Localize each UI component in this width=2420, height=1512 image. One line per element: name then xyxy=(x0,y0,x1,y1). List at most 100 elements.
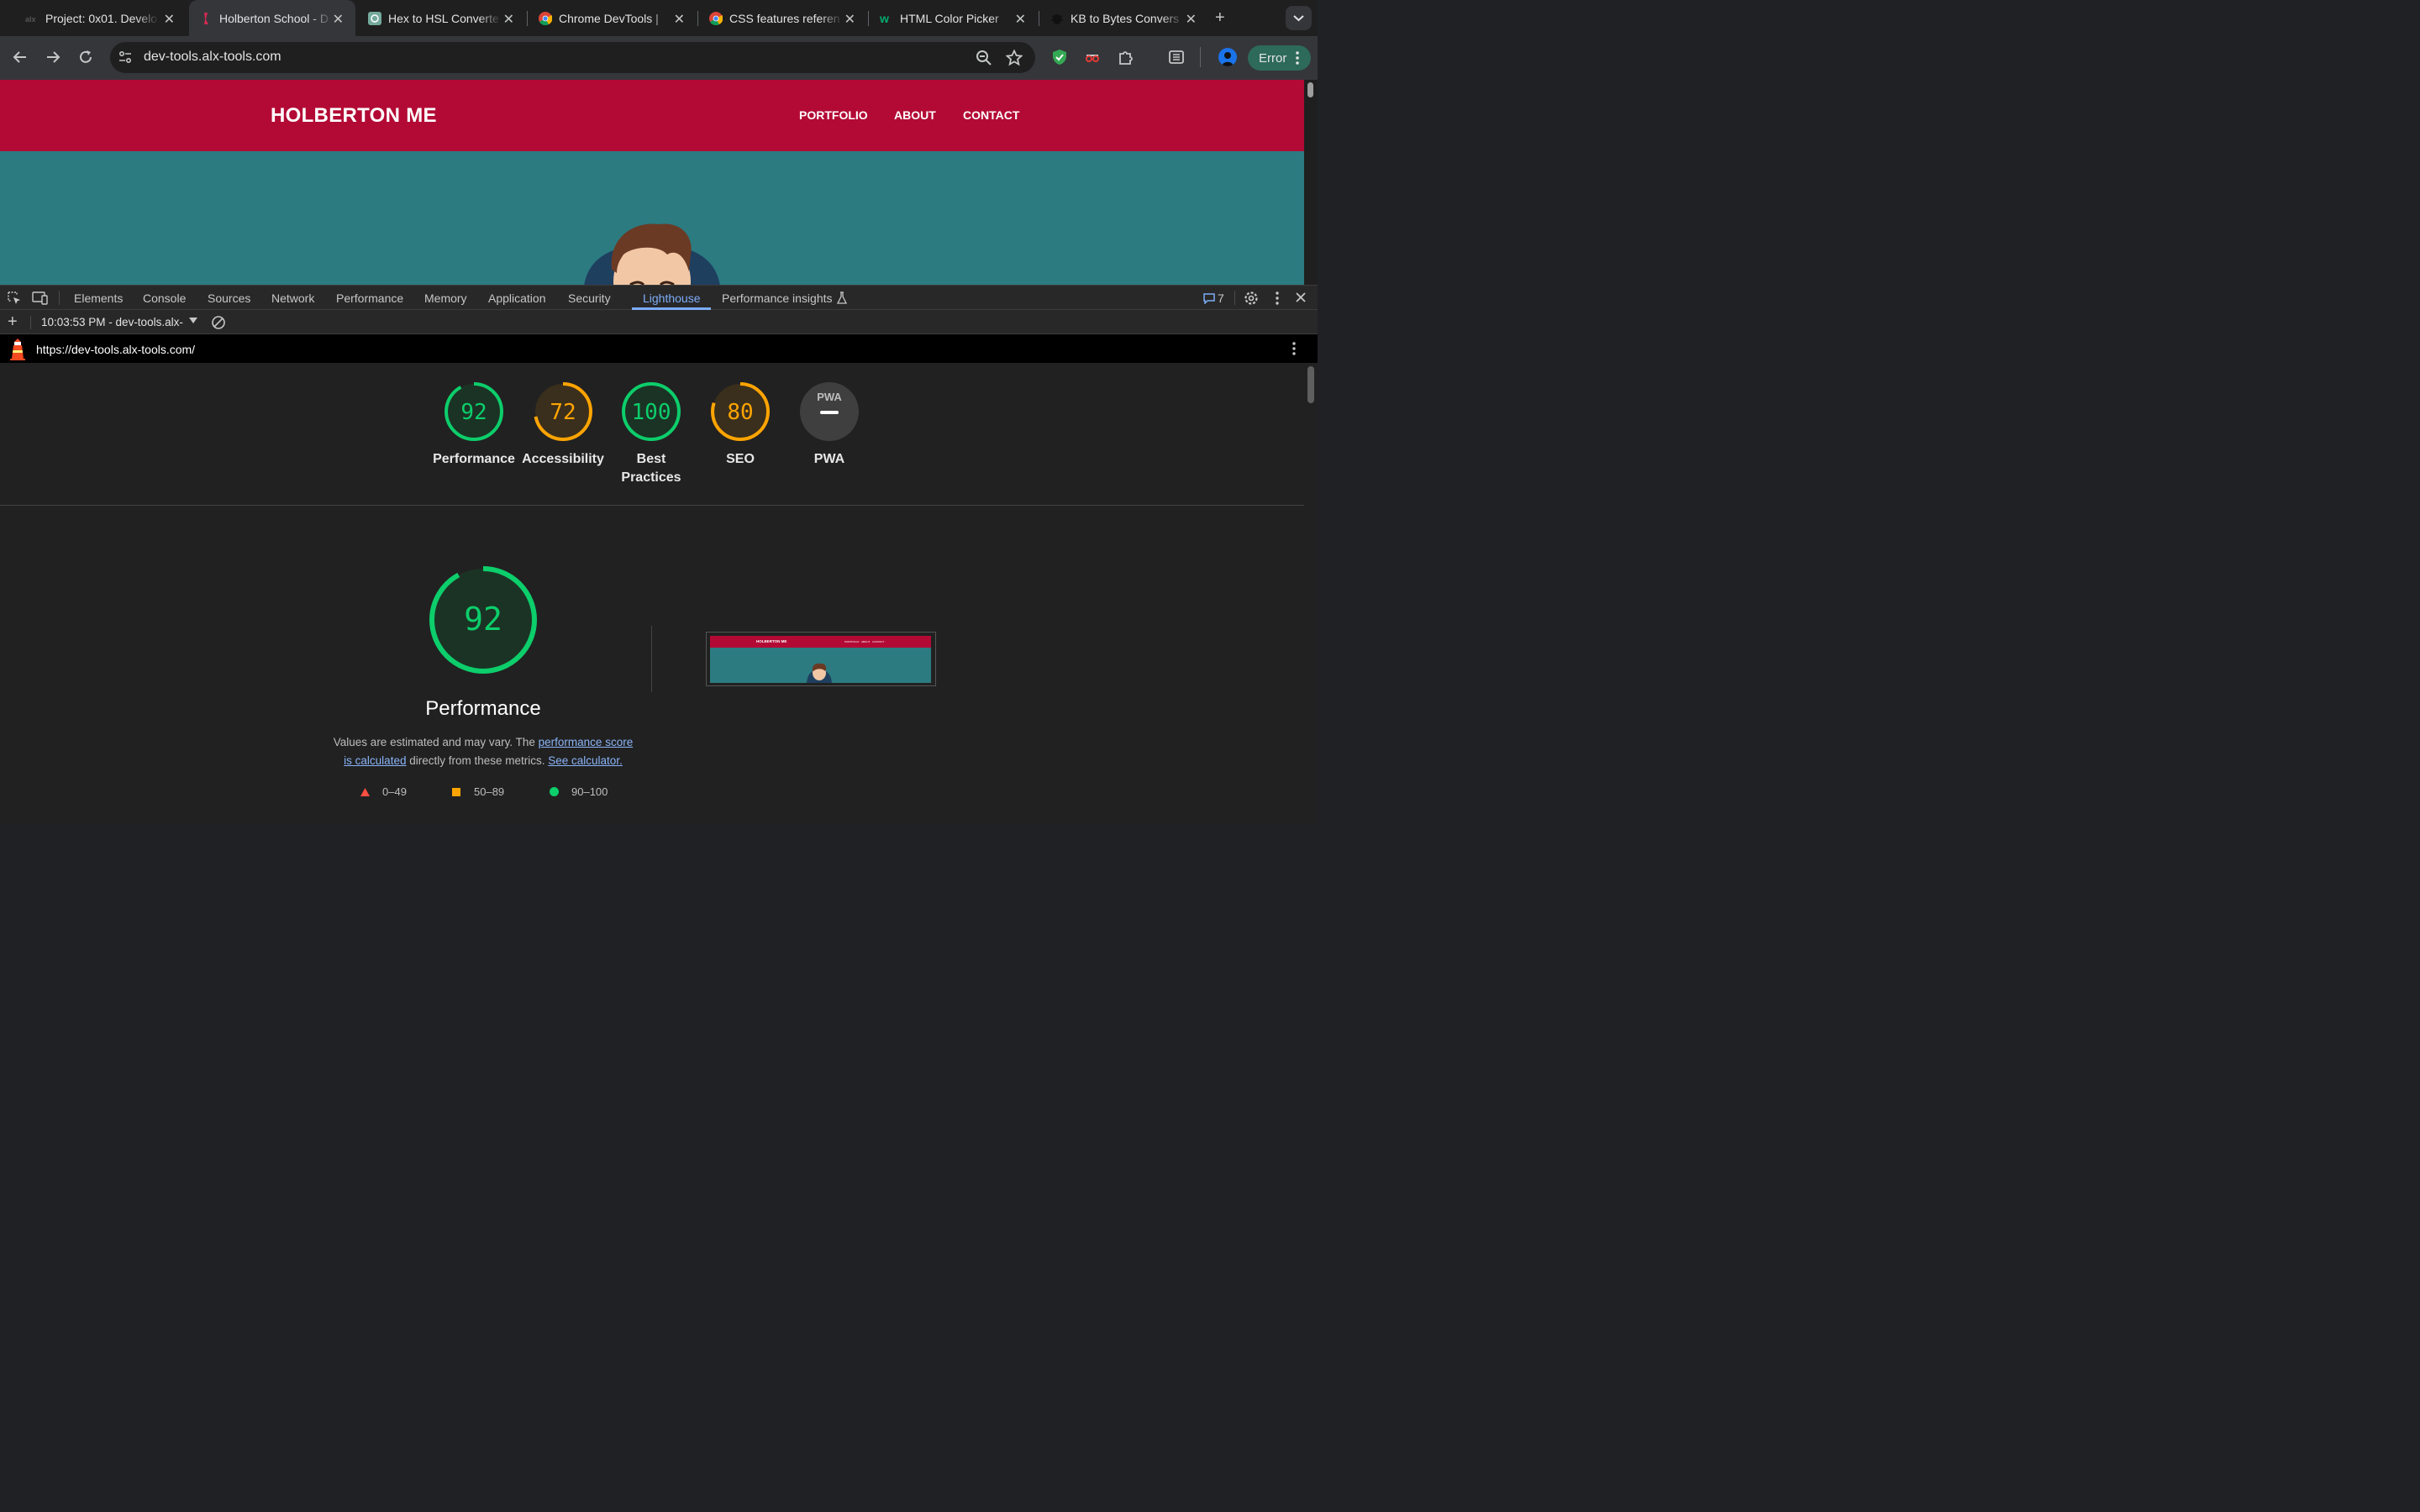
pwa-badge-text: PWA xyxy=(817,391,842,403)
close-tab-icon[interactable]: ✕ xyxy=(1015,11,1026,28)
forward-icon[interactable] xyxy=(45,49,61,66)
category-gauge-accessibility[interactable]: 72 xyxy=(531,380,595,444)
tab-holberton[interactable]: Holberton School - D ✕ xyxy=(189,0,355,36)
browser-tab-strip: alx Project: 0x01. Develo ✕ Holberton Sc… xyxy=(0,0,1318,36)
tab-elements[interactable]: Elements xyxy=(74,291,123,305)
chrome-menu-icon[interactable] xyxy=(1292,50,1303,66)
close-tab-icon[interactable]: ✕ xyxy=(164,11,175,28)
category-label: SEO xyxy=(726,452,755,466)
site-header: HOLBERTON ME PORTFOLIO ABOUT CONTACT xyxy=(0,80,1304,151)
category-gauge-best-practices[interactable]: 100 xyxy=(619,380,683,444)
devtools-tab-bar: Elements Console Sources Network Perform… xyxy=(0,285,1318,310)
avatar[interactable] xyxy=(1218,48,1237,66)
web-page-viewport: HOLBERTON ME PORTFOLIO ABOUT CONTACT xyxy=(0,80,1304,285)
final-screenshot-thumbnail[interactable]: HOLBERTON ME PORTFOLIO ABOUT CONTACT xyxy=(706,632,936,686)
nav-link-portfolio[interactable]: PORTFOLIO xyxy=(799,108,868,122)
tab-sources[interactable]: Sources xyxy=(208,291,250,305)
tab-lighthouse[interactable]: Lighthouse xyxy=(643,291,701,305)
tab-network[interactable]: Network xyxy=(271,291,314,305)
nav-link-contact[interactable]: CONTACT xyxy=(963,108,1019,122)
tab-memory[interactable]: Memory xyxy=(424,291,467,305)
report-menu-icon[interactable] xyxy=(1288,341,1300,356)
tab-search-button[interactable] xyxy=(1286,6,1312,30)
zoom-icon[interactable] xyxy=(976,50,992,66)
category-label: Best Practices xyxy=(621,452,681,485)
close-tab-icon[interactable]: ✕ xyxy=(674,11,685,28)
settings-gear-icon[interactable] xyxy=(1244,291,1259,306)
legend-average: 50–89 xyxy=(474,785,505,798)
report-scrollbar[interactable] xyxy=(1304,363,1318,823)
url-text[interactable]: dev-tools.alx-tools.com xyxy=(144,49,281,66)
category-gauge-performance[interactable]: 92 xyxy=(442,380,506,444)
tab-title: Holberton School - D xyxy=(219,11,329,25)
tab-title: Hex to HSL Converte xyxy=(388,11,499,25)
lighthouse-report: 92 Performance 72 Accessibility 100 Best Prac… xyxy=(0,363,1304,823)
close-devtools-icon[interactable] xyxy=(1295,291,1307,303)
svg-text:w: w xyxy=(880,12,889,25)
fail-triangle-icon xyxy=(360,788,370,796)
device-toolbar-icon[interactable] xyxy=(32,291,49,306)
dropdown-arrow-icon[interactable] xyxy=(189,318,197,324)
tab-kb-bytes[interactable]: KB to Bytes Convers ✕ xyxy=(1042,0,1208,36)
issues-icon[interactable] xyxy=(1203,292,1215,304)
svg-text:alx: alx xyxy=(25,15,36,24)
w3schools-icon: w xyxy=(880,12,893,25)
report-select[interactable]: 10:03:53 PM - dev-tools.alx- xyxy=(41,316,184,328)
issues-count[interactable]: 7 xyxy=(1218,291,1224,305)
new-tab-icon[interactable]: + xyxy=(1215,8,1225,28)
clear-reports-icon[interactable] xyxy=(211,315,226,330)
devtools-menu-icon[interactable] xyxy=(1271,291,1283,306)
chevron-down-icon xyxy=(1293,15,1304,22)
nav-link-about[interactable]: ABOUT xyxy=(894,108,936,122)
pass-circle-icon xyxy=(550,787,559,796)
tab-security[interactable]: Security xyxy=(568,291,611,305)
spy-extension-icon[interactable] xyxy=(1084,49,1101,66)
close-tab-icon[interactable]: ✕ xyxy=(333,11,344,28)
thumb-brand: HOLBERTON ME xyxy=(756,639,787,643)
close-tab-icon[interactable]: ✕ xyxy=(844,11,855,28)
tab-console[interactable]: Console xyxy=(143,291,186,305)
tab-alx-project[interactable]: alx Project: 0x01. Develo ✕ xyxy=(0,0,187,36)
back-icon[interactable] xyxy=(12,49,29,66)
divider xyxy=(651,626,652,692)
performance-description: Values are estimated and may vary. The p… xyxy=(333,733,634,770)
tab-title: CSS features referen xyxy=(729,11,840,25)
close-tab-icon[interactable]: ✕ xyxy=(503,11,514,28)
bug-icon xyxy=(1050,12,1064,25)
chrome-icon xyxy=(539,11,552,25)
shield-extension-icon[interactable] xyxy=(1051,49,1068,66)
bookmark-star-icon[interactable] xyxy=(1006,50,1023,66)
tab-title: Chrome DevTools | xyxy=(559,11,659,25)
category-gauge-seo[interactable]: 80 xyxy=(708,380,772,444)
tab-css-features[interactable]: CSS features referen ✕ xyxy=(701,0,867,36)
close-tab-icon[interactable]: ✕ xyxy=(1186,11,1197,28)
gauge-score: 92 xyxy=(460,400,487,425)
thumb-nav-portfolio: PORTFOLIO xyxy=(844,640,860,643)
flask-icon xyxy=(836,291,848,305)
chrome-icon xyxy=(709,11,723,25)
tab-application[interactable]: Application xyxy=(488,291,546,305)
lighthouse-logo-icon xyxy=(9,339,26,360)
site-brand[interactable]: HOLBERTON ME xyxy=(271,104,437,128)
hero-avatar-image xyxy=(583,221,721,285)
category-gauge-pwa[interactable]: PWA xyxy=(797,380,861,444)
tab-chrome-devtools[interactable]: Chrome DevTools | ✕ xyxy=(530,0,697,36)
gauge-score: 80 xyxy=(727,400,753,425)
inspect-element-icon[interactable] xyxy=(7,291,22,306)
chatgpt-icon xyxy=(368,11,381,25)
side-panel-icon[interactable] xyxy=(1168,49,1185,66)
error-label: Error xyxy=(1259,50,1287,66)
page-scrollbar[interactable] xyxy=(1304,80,1318,285)
tab-hex-hsl[interactable]: Hex to HSL Converte ✕ xyxy=(360,0,526,36)
report-url[interactable]: https://dev-tools.alx-tools.com/ xyxy=(36,343,195,356)
extensions-puzzle-icon[interactable] xyxy=(1118,49,1134,66)
holberton-icon xyxy=(199,12,213,25)
tab-html-color-picker[interactable]: w HTML Color Picker ✕ xyxy=(871,0,1038,36)
tab-title: KB to Bytes Convers xyxy=(1071,11,1180,25)
site-info-icon[interactable] xyxy=(118,50,133,65)
reload-icon[interactable] xyxy=(77,49,94,66)
tab-performance-insights[interactable]: Performance insights xyxy=(722,291,833,305)
tab-performance[interactable]: Performance xyxy=(336,291,403,305)
new-report-icon[interactable]: + xyxy=(8,313,18,330)
see-calculator-link[interactable]: See calculator. xyxy=(548,754,623,767)
